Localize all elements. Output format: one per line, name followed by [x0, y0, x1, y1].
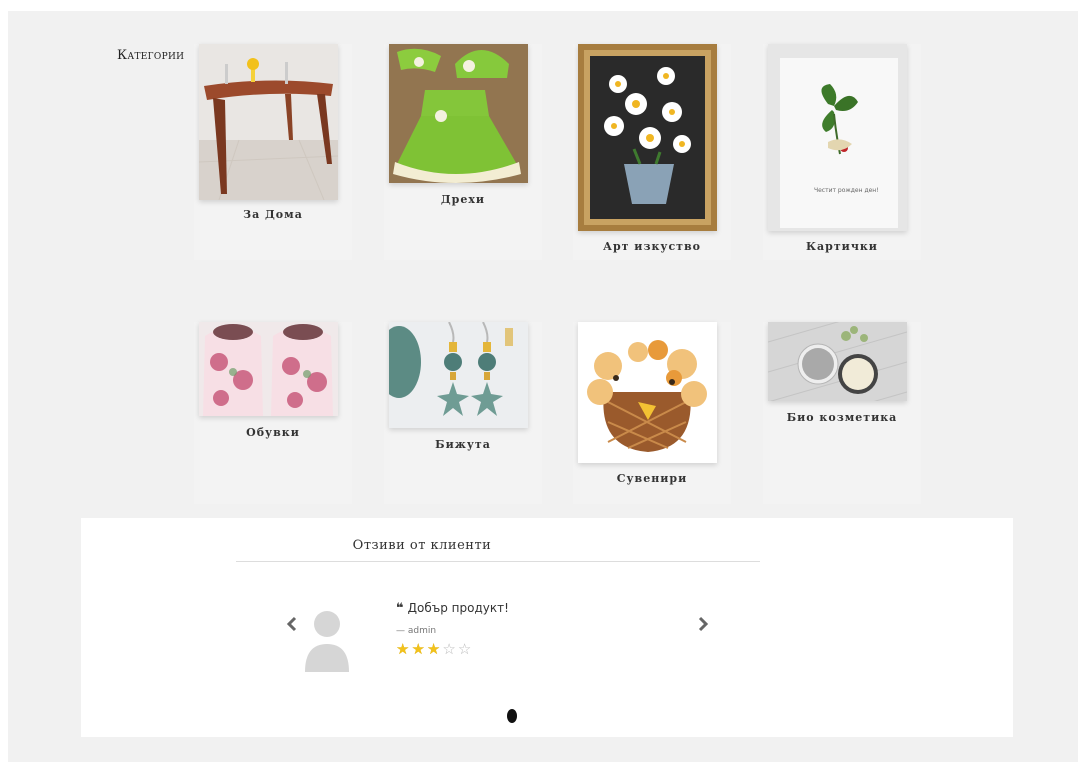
star-filled-icon: ★	[426, 640, 441, 658]
category-image-cosmetics[interactable]	[768, 322, 907, 401]
star-rating: ★ ★ ★ ☆ ☆	[396, 641, 471, 657]
category-image-home[interactable]	[199, 44, 338, 200]
category-image-clothes[interactable]	[389, 44, 528, 183]
review-text: ❝ Добър продукт!	[396, 601, 509, 616]
category-label-art[interactable]: Арт изкуство	[573, 240, 731, 253]
category-label-home[interactable]: За Дома	[194, 208, 352, 221]
review-body: Добър продукт!	[407, 601, 509, 615]
star-filled-icon: ★	[396, 640, 410, 658]
category-card-art[interactable]: Арт изкуство	[573, 44, 731, 260]
chevron-right-icon[interactable]	[693, 614, 713, 634]
review-author: — admin	[396, 626, 437, 636]
category-card-souvenirs[interactable]: Сувенири	[573, 322, 731, 504]
category-card-cosmetics[interactable]: Био козметика	[763, 322, 921, 504]
category-image-shoes[interactable]	[199, 322, 338, 416]
chevron-left-icon[interactable]	[282, 614, 302, 634]
category-label-clothes[interactable]: Дрехи	[384, 193, 542, 206]
categories-heading: Категории	[117, 48, 185, 63]
category-card-home[interactable]: За Дома	[194, 44, 352, 260]
reviews-divider	[236, 561, 760, 562]
avatar	[303, 610, 351, 672]
carousel-dot[interactable]	[507, 709, 517, 723]
svg-text:Честит рожден ден!: Честит рожден ден!	[814, 187, 879, 194]
page-background: Категории За Дома Дрехи Арт изкуство Чес…	[8, 11, 1078, 762]
category-label-souvenirs[interactable]: Сувенири	[573, 472, 731, 485]
category-card-shoes[interactable]: Обувки	[194, 322, 352, 504]
category-image-jewelry[interactable]	[389, 322, 528, 428]
category-label-cosmetics[interactable]: Био козметика	[763, 411, 921, 424]
category-label-cards[interactable]: Картички	[763, 240, 921, 253]
quote-icon: ❝	[396, 601, 404, 616]
category-image-souvenirs[interactable]	[578, 322, 717, 463]
star-empty-icon: ☆	[457, 640, 472, 658]
reviews-section: Отзиви от клиенти ❝ Добър продукт! — admi…	[81, 518, 1013, 737]
reviews-title: Отзиви от клиенти	[352, 538, 492, 553]
category-image-art[interactable]	[578, 44, 717, 231]
star-empty-icon: ☆	[442, 640, 456, 658]
category-card-jewelry[interactable]: Бижута	[384, 322, 542, 504]
category-card-cards[interactable]: Честит рожден ден! Картички	[763, 44, 921, 260]
category-image-cards[interactable]: Честит рожден ден!	[768, 44, 907, 231]
star-filled-icon: ★	[411, 640, 425, 658]
category-label-jewelry[interactable]: Бижута	[384, 438, 542, 451]
category-card-clothes[interactable]: Дрехи	[384, 44, 542, 260]
category-label-shoes[interactable]: Обувки	[194, 426, 352, 439]
